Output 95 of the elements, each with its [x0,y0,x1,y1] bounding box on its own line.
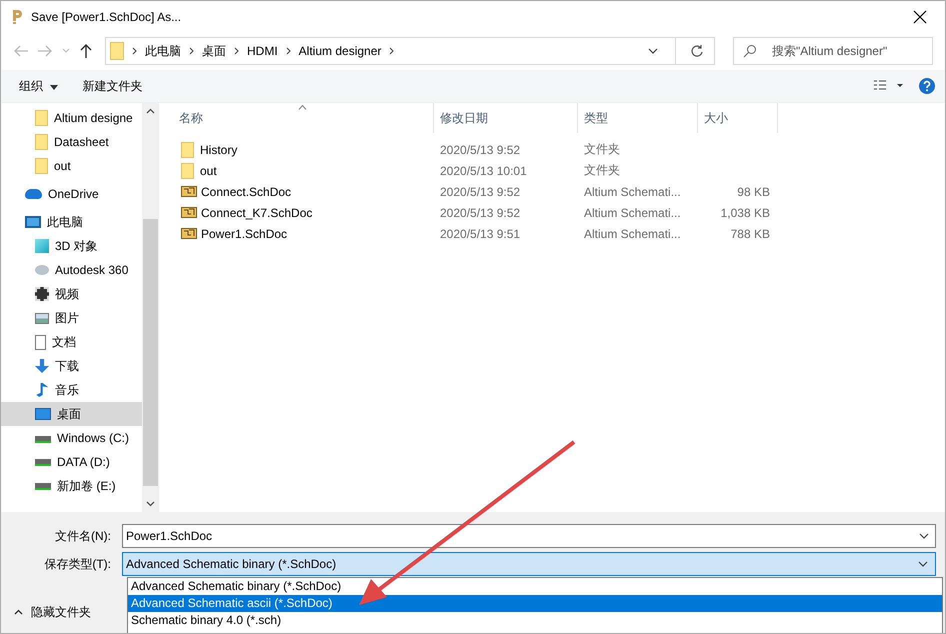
modified-date: 2020/5/13 9:52 [439,184,522,200]
windrive-icon [35,433,51,443]
sidebar-item[interactable]: DATA (D:) [1,450,142,474]
dropdown-chevron-icon[interactable] [647,47,659,55]
sidebar-item[interactable]: 3D 对象 [1,234,142,258]
column-header[interactable]: 类型 [578,103,698,133]
breadcrumb-item[interactable]: HDMI [247,44,278,58]
modified-date: 2020/5/13 9:52 [439,204,522,222]
sidebar-item[interactable]: 图片 [1,306,142,330]
breadcrumb-separator-icon [389,47,394,55]
sidebar-item[interactable]: Autodesk 360 [1,258,142,282]
desktop-icon [35,408,51,420]
breadcrumb-separator-icon [286,47,291,55]
cube-icon [35,239,49,253]
breadcrumb-item[interactable]: 桌面 [202,42,226,60]
scrollbar[interactable] [142,103,158,512]
file-type: Altium Schemati... [583,226,682,242]
file-type-option[interactable]: Schematic binary 4.0 (*.sch) [128,612,942,629]
breadcrumb-separator-icon [189,47,194,55]
folder-icon [181,162,194,178]
organize-menu-button[interactable]: 组织 [13,74,64,98]
folder-icon [35,134,48,150]
modified-date: 2020/5/13 10:01 [439,162,528,180]
file-size: 1,038 KB [720,206,770,220]
schematic-file-icon [181,186,197,197]
sidebar-item[interactable]: out [1,154,142,178]
autodesk-icon [35,265,49,275]
address-bar[interactable]: 此电脑 桌面 HDMI Altium designer [105,37,715,65]
sidebar-item[interactable]: 此电脑 [1,210,142,234]
file-type-option[interactable]: Advanced Schematic ascii (*.SchDoc) [128,595,942,612]
file-type: Altium Schemati... [583,204,682,222]
file-name[interactable]: Connect_K7.SchDoc [201,206,312,220]
folder-icon [35,110,48,126]
file-type: 文件夹 [583,162,621,179]
picture-icon [35,312,49,324]
scroll-up-icon[interactable] [146,108,154,114]
file-size: 788 KB [730,226,770,240]
file-type: 文件夹 [583,141,621,158]
file-name[interactable]: History [200,142,238,156]
sidebar-item[interactable]: Windows (C:) [1,426,142,450]
dropdown-chevron-icon [917,560,929,568]
computer-icon [25,216,41,228]
file-size: 98 KB [737,184,770,198]
schematic-file-icon [181,228,197,239]
file-type-label: 保存类型(T): [43,556,112,572]
sidebar-item[interactable]: 文档 [1,330,142,354]
hide-folders-button[interactable]: 隐藏文件夹 [1,602,127,622]
file-name[interactable]: Connect.SchDoc [201,184,292,198]
file-type: Altium Schemati... [583,184,682,200]
sidebar-item[interactable]: 音乐 [1,378,142,402]
file-name[interactable]: Power1.SchDoc [201,226,288,240]
dropdown-chevron-icon [918,532,930,540]
sidebar-item[interactable]: 视频 [1,282,142,306]
up-arrow-icon[interactable] [79,43,93,59]
sidebar-item[interactable]: OneDrive [1,182,142,206]
sidebar-item[interactable]: 新加卷 (E:) [1,474,142,498]
search-icon [743,44,757,58]
breadcrumb-separator-icon [132,47,137,55]
cloud-icon [25,189,42,199]
filename-field[interactable]: Power1.SchDoc [122,524,936,548]
filename-label: 文件名(N): [54,528,112,544]
breadcrumb-separator-icon [234,47,239,55]
help-icon[interactable] [919,78,935,94]
document-icon [35,334,46,350]
sidebar-item[interactable]: 桌面 [1,402,142,426]
drive-icon [35,482,51,490]
view-options-icon[interactable] [873,80,903,92]
scroll-down-icon[interactable] [146,501,154,507]
caret-down-icon [50,84,58,90]
modified-date: 2020/5/13 9:52 [439,142,522,158]
sidebar-item[interactable]: Datasheet [1,130,142,154]
app-logo-icon [11,8,23,24]
column-header[interactable]: 名称 [159,103,434,133]
close-icon[interactable] [913,10,927,24]
new-folder-button[interactable]: 新建文件夹 [76,74,148,98]
schematic-file-icon [181,207,197,218]
modified-date: 2020/5/13 9:51 [439,226,522,242]
search-field[interactable]: 搜索"Altium designer" [733,37,933,65]
breadcrumb-item[interactable]: Altium designer [298,44,382,58]
drive-icon [35,458,51,466]
column-header[interactable]: 大小 [698,103,778,133]
file-type-option[interactable]: Advanced Schematic binary (*.SchDoc) [128,578,942,595]
sort-ascending-icon [298,105,307,110]
column-header[interactable]: 修改日期 [434,103,578,133]
folder-icon [110,42,124,60]
window-title: Save [Power1.SchDoc] As... [31,10,182,24]
sidebar-item[interactable]: 下载 [1,354,142,378]
file-name[interactable]: out [200,164,217,178]
file-type-dropdown[interactable]: Advanced Schematic binary (*.SchDoc) [122,552,936,576]
folder-icon [181,142,194,158]
refresh-icon[interactable] [690,44,704,58]
sidebar-item[interactable]: Altium designe [1,106,142,130]
chevron-up-icon [14,609,23,615]
breadcrumb-item[interactable]: 此电脑 [145,42,181,60]
folder-icon [35,158,48,174]
